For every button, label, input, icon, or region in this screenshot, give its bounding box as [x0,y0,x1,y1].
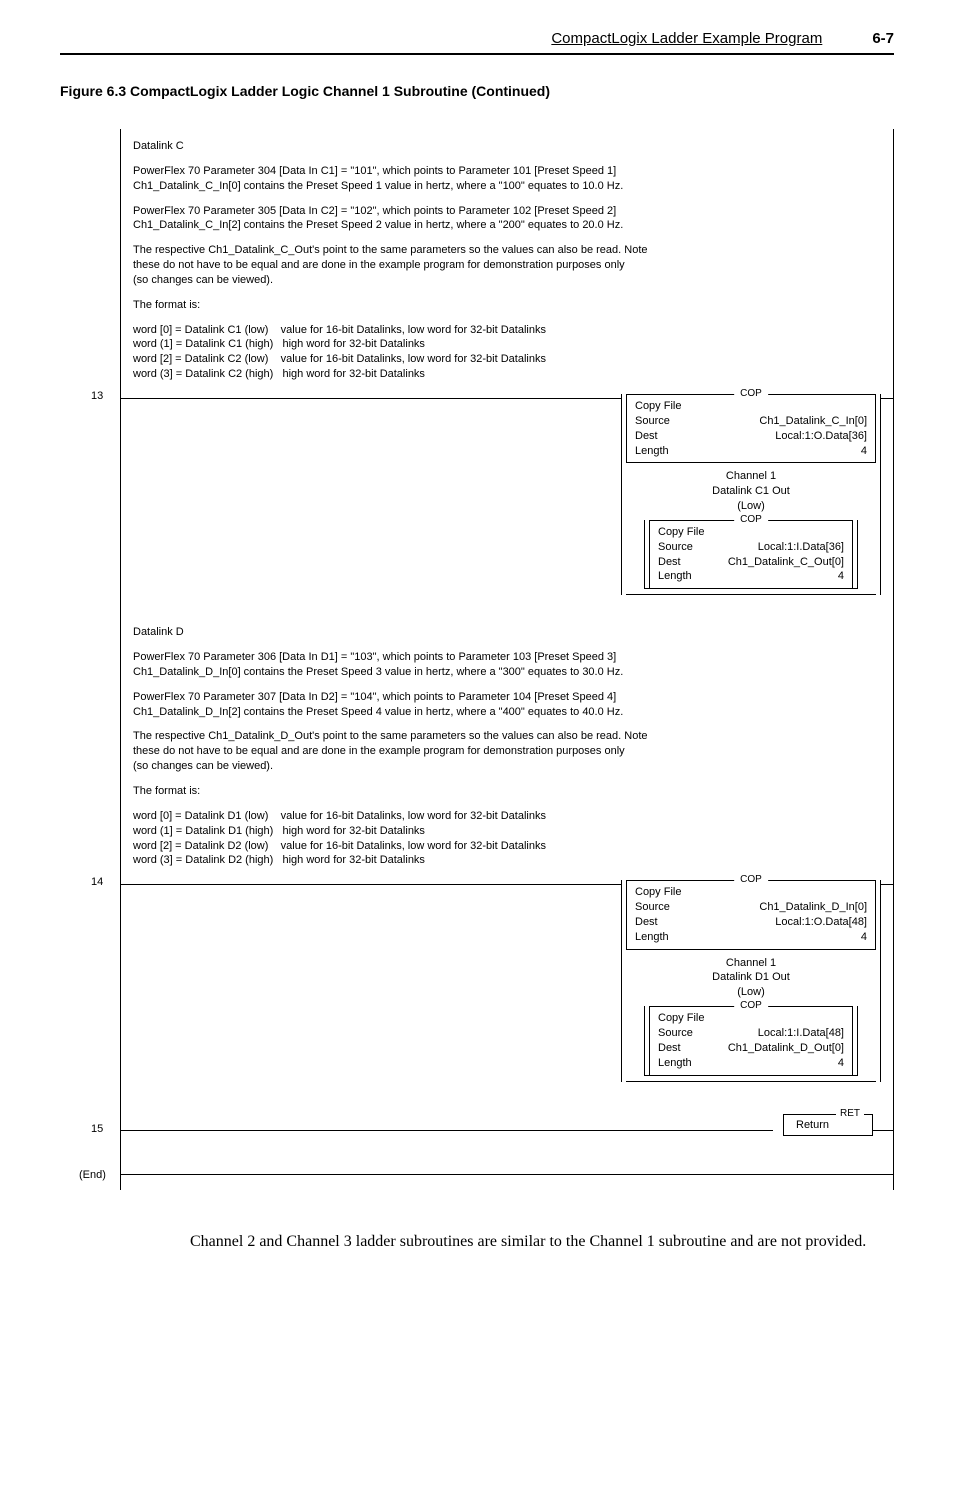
branch-label: Channel 1 [626,469,876,484]
footer-text: Channel 2 and Channel 3 ladder subroutin… [190,1230,874,1254]
ret-tag: RET [836,1107,864,1121]
cop-len-label: Length [658,569,692,584]
cop-instruction: COP Copy File SourceCh1_Datalink_D_In[0]… [626,880,876,949]
cop-dst-value: Local:1:O.Data[48] [775,915,867,930]
cop-src-value: Ch1_Datalink_D_In[0] [759,900,867,915]
rung13-number: 13 [91,389,103,404]
cop-tag: COP [734,513,768,527]
cop-src-value: Ch1_Datalink_C_In[0] [759,414,867,429]
cop-len-value: 4 [861,930,867,945]
rung13-p2: PowerFlex 70 Parameter 305 [Data In C2] … [133,204,881,219]
rung13-w1: word (1] = Datalink C1 (high) high word … [133,337,881,352]
cop-len-label: Length [635,444,669,459]
cop-src-label: Source [658,1026,693,1041]
branch-label: (Low) [626,499,876,514]
rung-13: Datalink C PowerFlex 70 Parameter 304 [D… [120,129,894,605]
cop-instruction: COP Copy File SourceCh1_Datalink_C_In[0]… [626,394,876,463]
end-label: (End) [79,1168,106,1183]
cop-tag: COP [734,873,768,887]
figure-caption: Figure 6.3 CompactLogix Ladder Logic Cha… [60,83,894,99]
rung14-p1: PowerFlex 70 Parameter 306 [Data In D1] … [133,650,881,665]
rung14-w3: word (3] = Datalink D2 (high) high word … [133,853,881,868]
rung-14: Datalink D PowerFlex 70 Parameter 306 [D… [120,605,894,1091]
cop-len-label: Length [658,1056,692,1071]
ret-label: Return [796,1119,829,1131]
cop-tag: COP [734,387,768,401]
rung14-number: 14 [91,875,103,890]
rung13-p2b: Ch1_Datalink_C_In[2] contains the Preset… [133,218,881,233]
rung13-w0: word [0] = Datalink C1 (low) value for 1… [133,323,881,338]
branch-label: (Low) [626,985,876,1000]
rung13-w3: word (3] = Datalink C2 (high) high word … [133,367,881,382]
cop-instruction: COP Copy File SourceLocal:1:I.Data[48] D… [649,1006,853,1074]
rung14-p3: The respective Ch1_Datalink_D_Out's poin… [133,729,881,744]
rung14-w2: word [2] = Datalink D2 (low) value for 1… [133,839,881,854]
cop-dst-label: Dest [658,555,681,570]
cop-title: Copy File [635,399,867,414]
rung14-p3c: (so changes can be viewed). [133,759,881,774]
rung13-p1: PowerFlex 70 Parameter 304 [Data In C1] … [133,164,881,179]
page-number: 6-7 [872,30,894,47]
ladder-diagram: Datalink C PowerFlex 70 Parameter 304 [D… [120,129,894,1190]
rung14-w0: word [0] = Datalink D1 (low) value for 1… [133,809,881,824]
rung-end: (End) [120,1150,894,1190]
cop-instruction: COP Copy File SourceLocal:1:I.Data[36] D… [649,520,853,588]
header-title: CompactLogix Ladder Example Program [551,30,822,47]
cop-len-label: Length [635,930,669,945]
rung13-p3c: (so changes can be viewed). [133,273,881,288]
rung14-p3b: these do not have to be equal and are do… [133,744,881,759]
cop-src-value: Local:1:I.Data[36] [758,540,844,555]
cop-len-value: 4 [838,1056,844,1071]
cop-src-label: Source [635,900,670,915]
cop-dst-value: Local:1:O.Data[36] [775,429,867,444]
rung14-p2: PowerFlex 70 Parameter 307 [Data In D2] … [133,690,881,705]
cop-tag: COP [734,999,768,1013]
ret-instruction: RET Return [783,1114,873,1137]
rung13-w2: word [2] = Datalink C2 (low) value for 1… [133,352,881,367]
cop-len-value: 4 [861,444,867,459]
rung14-fmt: The format is: [133,784,881,799]
cop-src-label: Source [635,414,670,429]
branch-label: Datalink D1 Out [626,970,876,985]
cop-title: Copy File [658,1011,844,1026]
cop-title: Copy File [658,525,844,540]
rung14-heading: Datalink D [133,625,881,640]
cop-src-label: Source [658,540,693,555]
rung13-p3: The respective Ch1_Datalink_C_Out's poin… [133,243,881,258]
rung13-p1b: Ch1_Datalink_C_In[0] contains the Preset… [133,179,881,194]
cop-dst-value: Ch1_Datalink_C_Out[0] [728,555,844,570]
rung14-w1: word (1] = Datalink D1 (high) high word … [133,824,881,839]
page-header: CompactLogix Ladder Example Program 6-7 [60,30,894,55]
branch-label: Channel 1 [626,956,876,971]
branch-label: Datalink C1 Out [626,484,876,499]
cop-src-value: Local:1:I.Data[48] [758,1026,844,1041]
cop-dst-label: Dest [658,1041,681,1056]
rung13-fmt: The format is: [133,298,881,313]
rung15-number: 15 [91,1122,103,1137]
cop-dst-value: Ch1_Datalink_D_Out[0] [728,1041,844,1056]
rung-15: 15 RET Return [120,1092,894,1150]
cop-dst-label: Dest [635,429,658,444]
rung14-p2b: Ch1_Datalink_D_In[2] contains the Preset… [133,705,881,720]
rung14-p1b: Ch1_Datalink_D_In[0] contains the Preset… [133,665,881,680]
cop-title: Copy File [635,885,867,900]
rung13-p3b: these do not have to be equal and are do… [133,258,881,273]
rung13-heading: Datalink C [133,139,881,154]
cop-len-value: 4 [838,569,844,584]
cop-dst-label: Dest [635,915,658,930]
